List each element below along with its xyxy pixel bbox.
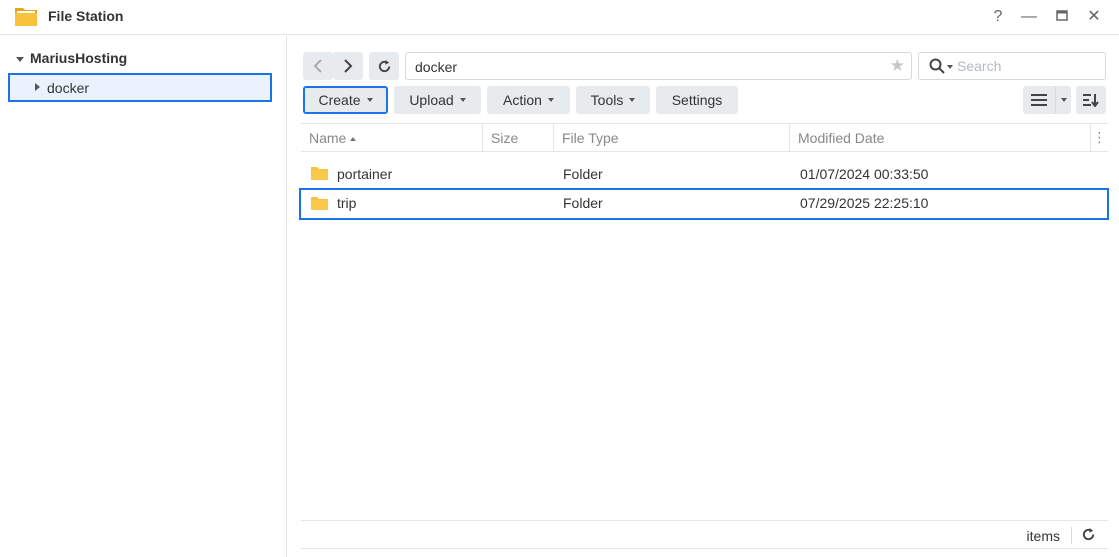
tree-root-mariushosting[interactable]: MariusHosting: [16, 50, 127, 68]
help-icon[interactable]: ?: [987, 6, 1009, 28]
dropdown-caret-icon: [547, 98, 554, 102]
file-table-header: Name Size File Type Modified Date ⋮: [301, 123, 1108, 152]
search-icon[interactable]: [929, 58, 945, 74]
maximize-icon[interactable]: [1051, 6, 1073, 28]
app-title: File Station: [48, 8, 124, 24]
column-modified-date[interactable]: Modified Date: [790, 124, 1091, 152]
column-modified-label: Modified Date: [798, 130, 885, 146]
divider: [1071, 527, 1072, 544]
action-button-label: Action: [503, 92, 542, 108]
create-button-label: Create: [318, 92, 361, 108]
sort-ascending-icon: [350, 137, 357, 142]
tools-button-label: Tools: [590, 92, 624, 108]
column-name[interactable]: Name: [301, 124, 483, 152]
row-file-type: Folder: [563, 166, 603, 182]
folder-icon: [311, 167, 328, 180]
caret-right-icon[interactable]: [35, 83, 40, 91]
column-file-type-label: File Type: [562, 130, 619, 146]
refresh-button[interactable]: [369, 52, 399, 80]
title-bar: File Station ? — ✕: [0, 0, 1119, 35]
column-size-label: Size: [491, 130, 519, 146]
path-text: docker: [415, 59, 458, 75]
action-button[interactable]: Action: [487, 86, 570, 114]
folder-icon: [311, 197, 328, 210]
chevron-left-icon: [313, 59, 322, 73]
sort-button[interactable]: [1076, 86, 1106, 114]
row-modified-date: 01/07/2024 00:33:50: [800, 166, 929, 182]
path-field[interactable]: docker ★: [405, 52, 912, 80]
create-button[interactable]: Create: [303, 86, 388, 114]
chevron-right-icon: [344, 59, 353, 73]
search-input[interactable]: [957, 56, 1097, 76]
search-box[interactable]: [918, 52, 1106, 80]
column-file-type[interactable]: File Type: [554, 124, 790, 152]
list-view-button[interactable]: [1023, 86, 1055, 114]
settings-button-label: Settings: [671, 92, 723, 108]
items-count: items: [1026, 528, 1060, 544]
settings-button[interactable]: Settings: [656, 86, 738, 114]
sidebar-item-label: docker: [47, 80, 90, 96]
table-row[interactable]: trip Folder 07/29/2025 22:25:10: [299, 188, 1109, 220]
sidebar: MariusHosting docker: [0, 36, 287, 557]
refresh-icon[interactable]: [1081, 527, 1096, 542]
search-options-icon[interactable]: [947, 65, 953, 69]
upload-button-label: Upload: [409, 92, 454, 108]
forward-button[interactable]: [333, 52, 363, 80]
back-button[interactable]: [303, 52, 333, 80]
dropdown-caret-icon: [629, 98, 636, 102]
refresh-icon: [378, 59, 390, 72]
dropdown-caret-icon: [459, 98, 466, 102]
list-view-icon: [1031, 94, 1047, 106]
tools-button[interactable]: Tools: [576, 86, 650, 114]
star-icon[interactable]: ★: [890, 57, 905, 75]
view-options-caret-icon: [1060, 98, 1067, 102]
minimize-icon[interactable]: —: [1018, 6, 1040, 28]
view-options-button[interactable]: [1055, 86, 1071, 114]
row-name: portainer: [337, 166, 393, 182]
column-name-label: Name: [309, 130, 347, 146]
caret-down-icon[interactable]: [16, 56, 24, 62]
column-menu-icon[interactable]: ⋮: [1091, 124, 1108, 152]
dropdown-caret-icon: [366, 98, 373, 102]
file-station-icon: [15, 8, 37, 26]
row-file-type: Folder: [563, 195, 603, 211]
status-bar: items: [301, 520, 1108, 549]
tree-root-label: MariusHosting: [30, 50, 128, 66]
table-row[interactable]: portainer Folder 01/07/2024 00:33:50: [301, 159, 1108, 188]
sidebar-item-docker[interactable]: docker: [8, 73, 272, 102]
row-modified-date: 07/29/2025 22:25:10: [800, 195, 929, 211]
row-name: trip: [337, 195, 357, 211]
column-size[interactable]: Size: [483, 124, 554, 152]
sort-icon: [1083, 94, 1099, 107]
close-icon[interactable]: ✕: [1083, 6, 1105, 28]
upload-button[interactable]: Upload: [394, 86, 481, 114]
